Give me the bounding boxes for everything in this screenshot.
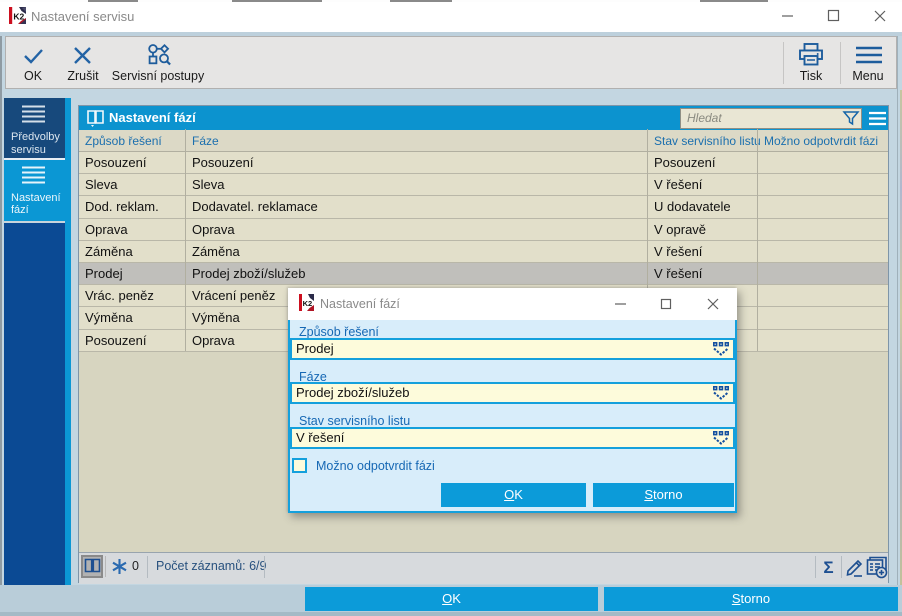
svg-text:K2: K2 xyxy=(13,12,24,22)
svg-text:K2: K2 xyxy=(303,299,313,308)
